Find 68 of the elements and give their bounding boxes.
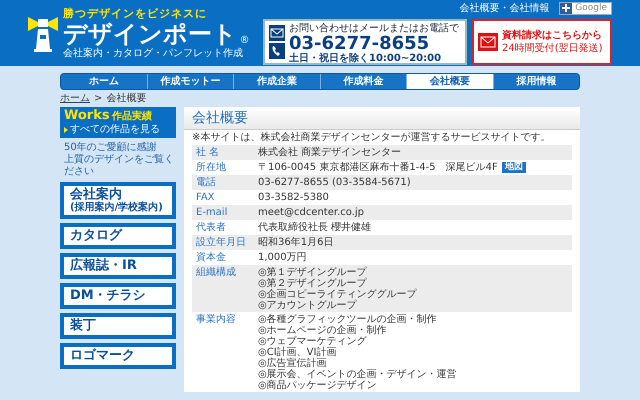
row-label: 設立年月日 [196, 236, 247, 248]
breadcrumb-link[interactable]: ホーム [60, 93, 90, 105]
envelope-icon [478, 32, 498, 51]
row-label: FAX [196, 192, 216, 204]
row-value: 〒106-0045 東京都港区麻布十番1-4-5 深尾ビル4F [258, 162, 498, 174]
list-item: ◎企画コピーライティンググループ [258, 288, 417, 300]
request-subtitle: 24時間受付(翌日発送) [502, 42, 603, 55]
plus-icon [562, 4, 570, 12]
list-item: ◎商品パッケージデザイン [258, 380, 378, 390]
row-value: 代表取締役社長 櫻井健雄 [258, 222, 372, 234]
category-button[interactable]: ロゴマーク [60, 343, 176, 369]
row-label: 事業内容 [196, 314, 237, 326]
list-item: ◎第２デザイングループ [258, 278, 368, 288]
works-link[interactable]: すべての作品を見る [64, 124, 160, 136]
logo-subtitle: 会社案内・カタログ・パンフレット作成 [63, 48, 244, 60]
intro-text: 50年のご愛顧に感謝 [64, 142, 158, 154]
page-title: 会社概要 [184, 107, 580, 130]
row-label: 社 名 [196, 146, 220, 158]
contact-note: お問い合わせはメールまたはお電話で [289, 22, 459, 34]
breadcrumb-separator: > [94, 93, 102, 105]
nav-tab[interactable]: 作成モットー [146, 74, 233, 89]
phone-number: 03-6277-8655 [289, 34, 430, 53]
google-add-button[interactable]: Google [559, 2, 612, 16]
list-item: ◎第１デザイングループ [258, 266, 368, 278]
site-note: ※本サイトは、株式会社商業デザインセンターが運営するサービスサイトです。 [191, 130, 552, 145]
category-button[interactable]: 会社案内 (採用案内/学校案内) [60, 182, 176, 219]
list-item: ◎広告宣伝計画 [258, 358, 328, 368]
list-item: ◎アカウントグループ [258, 300, 358, 310]
category-button[interactable]: DM・チラシ [60, 283, 176, 309]
envelope-icon [269, 24, 285, 40]
row-label: 電話 [196, 176, 217, 188]
breadcrumb-current: 会社概要 [106, 93, 146, 105]
row-value: 昭和36年1月6日 [258, 236, 334, 248]
logo-text: デザインポート [63, 20, 237, 48]
request-button[interactable]: 資料請求はこちらから 24時間受付(翌日発送) [472, 18, 612, 65]
row-value: 1,000万円 [258, 252, 307, 264]
triangle-icon [64, 127, 68, 133]
map-button[interactable]: 地図 [502, 162, 526, 173]
list-item: ◎展示会、イベントの企画・デザイン・運営 [258, 368, 457, 380]
nav-tab[interactable]: 採用情報 [492, 74, 579, 89]
business-hours: 土日・祝日を除く10:00~20:00 [289, 52, 442, 64]
category-button[interactable]: カタログ [60, 223, 176, 249]
header-link[interactable]: 会社概要・会社情報 [459, 1, 550, 16]
row-value: 03-3582-5380 [258, 192, 329, 204]
phone-icon [269, 43, 285, 59]
row-label: 代表者 [196, 222, 227, 234]
row-value: meet@cdcenter.co.jp [258, 206, 364, 218]
row-label: E-mail [196, 206, 228, 218]
list-item: ◎各種グラフィックツールの企画・制作 [258, 314, 438, 324]
nav-tab[interactable]: 会社概要 [406, 74, 492, 89]
nav-tab[interactable]: ホーム [61, 74, 146, 89]
row-label: 所在地 [196, 162, 227, 174]
request-title: 資料請求はこちらから [502, 28, 603, 42]
works-title: Works [64, 109, 110, 123]
registered-mark: ® [240, 34, 250, 48]
row-value: 03-6277-8655 (03-3584-5671) [258, 176, 411, 188]
category-button[interactable]: 装丁 [60, 313, 176, 339]
row-label: 資本金 [196, 252, 227, 264]
intro-text: 上質のデザインをご覧ください [64, 154, 175, 178]
nav-tab[interactable]: 作成企業 [233, 74, 320, 89]
category-button[interactable]: 広報誌・IR [60, 253, 176, 279]
list-item: ◎ホームページの企画・制作 [258, 324, 388, 336]
list-item: ◎ウェブマーケティング [258, 336, 368, 346]
row-value: 株式会社 商業デザインセンター [258, 146, 402, 158]
works-subtitle: 作品実績 [112, 109, 152, 124]
list-item: ◎CI計画、VI計画 [258, 346, 338, 358]
tagline: 勝つデザインをビジネスに [63, 6, 208, 20]
row-label: 組織構成 [196, 266, 237, 280]
